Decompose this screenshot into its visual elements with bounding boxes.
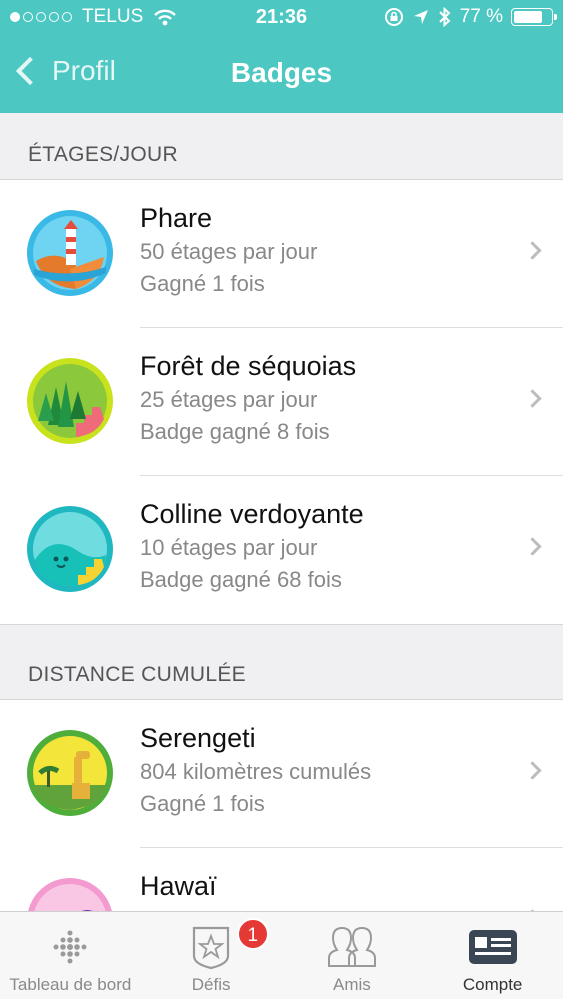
battery-icon — [511, 8, 557, 26]
badge-title: Forêt de séquoias — [140, 351, 357, 381]
badge-title: Colline verdoyante — [140, 499, 364, 529]
badge-earned-count: Badge gagné 68 fois — [140, 567, 342, 592]
badge-requirement: 10 étages par jour — [140, 535, 318, 560]
badge-earned-count: Gagné 1 fois — [140, 791, 265, 816]
tab-label: Compte — [462, 975, 523, 994]
tab-label: Défis — [191, 975, 231, 994]
tab-dashboard[interactable]: Tableau de bord — [0, 912, 141, 999]
badge-title: Phare — [140, 203, 213, 233]
sequoia-forest-badge-icon — [26, 357, 114, 445]
dashboard-dots-icon — [53, 930, 87, 964]
tab-account[interactable]: Compte — [422, 912, 563, 999]
lighthouse-badge-icon — [26, 209, 114, 297]
friends-icon — [327, 926, 376, 967]
chevron-right-icon — [523, 761, 542, 780]
notification-badge: 1 — [236, 918, 269, 950]
rotation-lock-icon — [384, 8, 403, 26]
badge-row-colline-verdoyante[interactable]: Colline verdoyante 10 étages par jour Ba… — [0, 476, 563, 624]
badge-row-phare[interactable]: Phare 50 étages par jour Gagné 1 fois — [0, 180, 563, 328]
badge-list-floors: Phare 50 étages par jour Gagné 1 fois Fo… — [0, 179, 563, 625]
chevron-right-icon — [523, 389, 542, 408]
challenge-star-icon — [193, 926, 230, 970]
badge-earned-count: Badge gagné 8 fois — [140, 419, 330, 444]
badge-title: Hawaï — [140, 871, 217, 901]
tab-label: Amis — [332, 975, 371, 994]
badge-requirement: 804 kilomètres cumulés — [140, 759, 372, 784]
chevron-right-icon — [523, 241, 542, 260]
badge-requirement: 50 étages par jour — [140, 239, 318, 264]
badge-row-foret-de-sequoias[interactable]: Forêt de séquoias 25 étages par jour Bad… — [0, 328, 563, 476]
chevron-right-icon — [523, 537, 542, 556]
status-bar: TELUS 21:36 77 % — [0, 6, 563, 32]
badge-earned-count: Gagné 1 fois — [140, 271, 265, 296]
bluetooth-icon — [438, 7, 451, 27]
tab-challenges[interactable]: 1 Défis — [141, 912, 282, 999]
tab-label: Tableau de bord — [9, 975, 132, 994]
badge-row-serengeti[interactable]: Serengeti 804 kilomètres cumulés Gagné 1… — [0, 700, 563, 848]
account-card-icon — [468, 930, 517, 964]
tab-bar: Tableau de bord 1 Défis Amis Compte — [0, 911, 563, 999]
badge-title: Serengeti — [140, 723, 256, 753]
tab-friends[interactable]: Amis — [282, 912, 423, 999]
page-title: Badges — [230, 57, 333, 88]
battery-percent: 77 % — [459, 6, 503, 27]
serengeti-badge-icon — [26, 729, 114, 817]
badge-requirement: 25 étages par jour — [140, 387, 318, 412]
top-bar: TELUS 21:36 77 % Profil Badges — [0, 0, 563, 113]
location-arrow-icon — [413, 10, 428, 24]
green-hill-badge-icon — [26, 505, 114, 593]
